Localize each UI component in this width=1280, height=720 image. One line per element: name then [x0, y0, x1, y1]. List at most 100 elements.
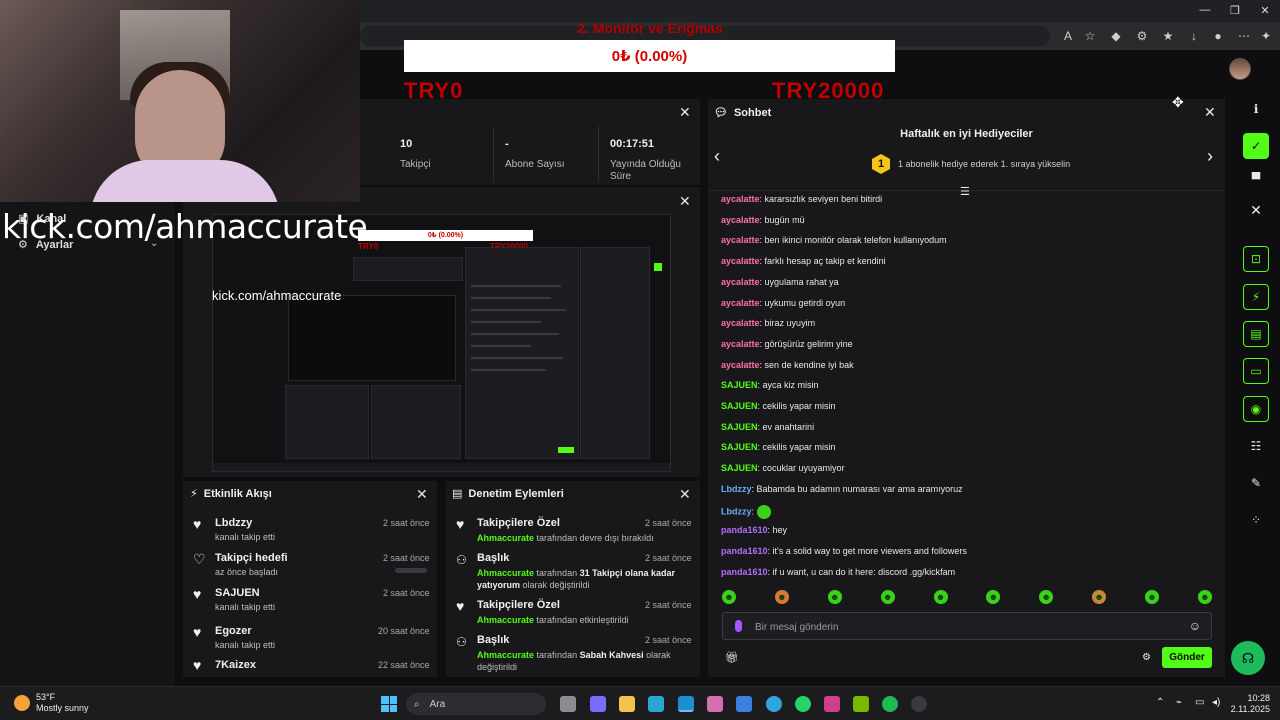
emote-icon[interactable]: ☻: [1092, 590, 1107, 604]
emote-icon[interactable]: ☻: [774, 590, 789, 604]
obs-icon[interactable]: [911, 696, 927, 712]
extension-icon[interactable]: ◆: [1108, 28, 1124, 44]
chat-username[interactable]: SAJUEN: [721, 463, 758, 473]
nvidia-icon[interactable]: [853, 696, 869, 712]
edge-active-icon[interactable]: [678, 696, 694, 712]
move-icon[interactable]: ✥: [1172, 94, 1184, 111]
chat-username[interactable]: panda1610: [721, 567, 768, 577]
document-icon[interactable]: ▤: [1243, 321, 1269, 347]
apps-icon[interactable]: ⁘: [1243, 507, 1269, 533]
emote-icon[interactable]: ☻: [722, 590, 736, 604]
chat-username[interactable]: Lbdzzy: [721, 484, 752, 494]
chat-username[interactable]: SAJUEN: [721, 442, 758, 452]
close-icon[interactable]: ✕: [1204, 104, 1216, 121]
chat-message-input[interactable]: [755, 619, 1175, 635]
task-view-icon[interactable]: [560, 696, 576, 712]
info-icon[interactable]: ℹ: [1243, 96, 1269, 122]
chat-username[interactable]: SAJUEN: [721, 401, 758, 411]
chat-username[interactable]: aycalatte: [721, 256, 760, 266]
close-icon[interactable]: ✕: [679, 486, 691, 503]
chat-username[interactable]: aycalatte: [721, 298, 760, 308]
preview-line: [471, 309, 566, 311]
download-icon[interactable]: ↓: [1186, 28, 1202, 44]
send-button[interactable]: Gönder: [1162, 647, 1212, 668]
chat-username[interactable]: SAJUEN: [721, 422, 758, 432]
photos-icon[interactable]: [707, 696, 723, 712]
network-icon[interactable]: ⌁: [1176, 697, 1182, 708]
wrench-icon[interactable]: ✎: [1243, 470, 1269, 496]
menu-dots-icon[interactable]: ⋯: [1236, 28, 1252, 44]
server-icon[interactable]: ☷: [1243, 433, 1269, 459]
top-gifters-info: 1 1 abonelik hediye ederek 1. sıraya yük…: [872, 154, 1070, 174]
chat-input-box[interactable]: ☺: [722, 612, 1212, 640]
filter-icon[interactable]: ☰: [960, 185, 970, 198]
spotify-icon[interactable]: [882, 696, 898, 712]
favorites-icon[interactable]: ★: [1160, 28, 1176, 44]
stat-followers-label: Takipçi: [400, 159, 431, 170]
weather-widget[interactable]: 53°F Mostly sunny: [14, 692, 89, 714]
read-aloud-icon[interactable]: A: [1060, 28, 1076, 44]
taskbar-search[interactable]: ⌕ Ara: [406, 693, 546, 715]
support-headset-icon[interactable]: ☊: [1231, 641, 1265, 675]
emote-icon[interactable]: ☻: [1197, 590, 1212, 604]
microphone-icon[interactable]: [735, 620, 742, 632]
chat-bubble-icon[interactable]: ▭: [1243, 358, 1269, 384]
close-icon[interactable]: ✕: [679, 104, 691, 121]
chat-username[interactable]: aycalatte: [721, 360, 760, 370]
edge-browser-icon[interactable]: [648, 696, 664, 712]
telegram-icon[interactable]: [766, 696, 782, 712]
emote-icon[interactable]: ☻: [986, 590, 1001, 604]
moderation-time: 2 saat önce: [645, 635, 692, 645]
favorite-star-icon[interactable]: ☆: [1082, 28, 1098, 44]
chat-username[interactable]: aycalatte: [721, 235, 760, 245]
emote-icon[interactable]: ☻: [933, 590, 948, 604]
tray-chevron-icon[interactable]: ⌃: [1156, 697, 1164, 708]
taskbar-clock[interactable]: 10:28 2.11.2025: [1224, 693, 1270, 715]
mail-icon[interactable]: [736, 696, 752, 712]
chat-username[interactable]: SAJUEN: [721, 380, 758, 390]
minimize-icon[interactable]: —: [1188, 4, 1222, 16]
close-icon[interactable]: ✕: [416, 486, 428, 503]
close-rail-icon[interactable]: ✕: [1243, 197, 1269, 223]
lightning-icon[interactable]: ⚡: [1243, 284, 1269, 310]
chat-username[interactable]: aycalatte: [721, 318, 760, 328]
whatsapp-icon[interactable]: [795, 696, 811, 712]
chevron-left-icon[interactable]: ‹: [714, 146, 720, 167]
emote-icon[interactable]: ☻: [827, 590, 842, 604]
chat-username[interactable]: panda1610: [721, 546, 768, 556]
user-avatar[interactable]: [1229, 58, 1251, 80]
capture-icon[interactable]: ⊡: [1243, 246, 1269, 272]
close-window-icon[interactable]: ✕: [1248, 4, 1280, 17]
windows-start-icon[interactable]: [381, 696, 397, 712]
chat-username[interactable]: Lbdzzy: [721, 506, 752, 516]
check-icon[interactable]: ✓: [1243, 133, 1269, 159]
broadcast-icon[interactable]: ◉: [1243, 396, 1269, 422]
chat-username[interactable]: aycalatte: [721, 339, 760, 349]
gift-icon[interactable]: 🎁︎: [725, 651, 739, 664]
gear-icon[interactable]: ⚙: [1142, 652, 1151, 663]
goal-progress-bar: 0₺ (0.00%): [404, 40, 895, 72]
copilot-icon[interactable]: ✦: [1258, 28, 1274, 44]
close-icon[interactable]: ✕: [679, 193, 691, 210]
chevron-right-icon[interactable]: ›: [1207, 146, 1213, 167]
instagram-icon[interactable]: [824, 696, 840, 712]
chat-username[interactable]: aycalatte: [721, 194, 760, 204]
emote-icon[interactable]: ☻: [880, 590, 895, 604]
chat-username[interactable]: aycalatte: [721, 277, 760, 287]
volume-icon[interactable]: ◂): [1212, 697, 1220, 708]
chat-text: uykumu getirdi oyun: [764, 297, 846, 308]
stream-preview-image[interactable]: 0₺ (0.00%) TRY0 TRY20000: [212, 214, 671, 472]
extensions-puzzle-icon[interactable]: ⚙: [1134, 28, 1150, 44]
layout-icon[interactable]: ▀: [1243, 166, 1269, 192]
chat-username[interactable]: panda1610: [721, 525, 768, 535]
chat-text: görüşürüz gelirim yine: [764, 338, 853, 349]
emote-icon[interactable]: ☻: [1145, 590, 1159, 604]
copilot-app-icon[interactable]: [590, 696, 606, 712]
profile-icon[interactable]: ●: [1210, 28, 1226, 44]
display-icon[interactable]: ▭: [1195, 697, 1204, 708]
file-explorer-icon[interactable]: [619, 696, 635, 712]
maximize-icon[interactable]: ❐: [1218, 4, 1252, 17]
chat-username[interactable]: aycalatte: [721, 215, 760, 225]
emote-icon[interactable]: ☻: [1039, 590, 1054, 604]
emoji-icon[interactable]: ☺: [1189, 619, 1201, 633]
